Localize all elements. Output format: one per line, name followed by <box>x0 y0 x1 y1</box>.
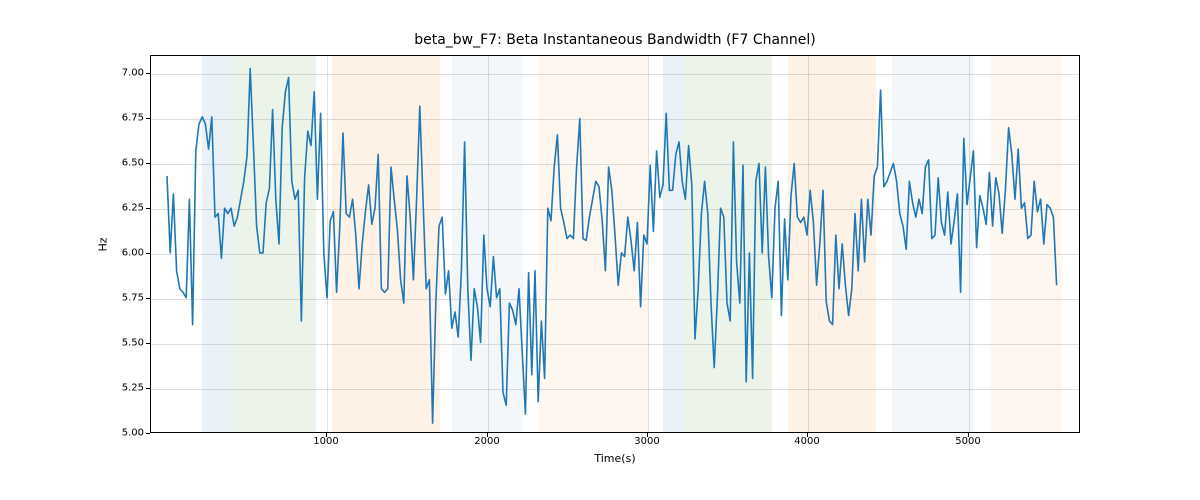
xtick-mark <box>968 433 969 437</box>
xtick-mark <box>647 433 648 437</box>
ytick-mark <box>146 253 150 254</box>
xtick-mark <box>807 433 808 437</box>
xtick-label: 2000 <box>474 436 499 447</box>
ytick-mark <box>146 343 150 344</box>
ytick-label: 5.00 <box>84 428 144 439</box>
ytick-mark <box>146 73 150 74</box>
ytick-mark <box>146 118 150 119</box>
ytick-mark <box>146 433 150 434</box>
x-axis-label: Time(s) <box>150 452 1080 465</box>
ytick-mark <box>146 388 150 389</box>
ytick-label: 6.50 <box>84 158 144 169</box>
xtick-label: 5000 <box>955 436 980 447</box>
ytick-label: 5.50 <box>84 338 144 349</box>
ytick-label: 5.75 <box>84 293 144 304</box>
line-series <box>151 56 1079 432</box>
ytick-label: 6.75 <box>84 113 144 124</box>
ytick-label: 6.25 <box>84 203 144 214</box>
xtick-mark <box>487 433 488 437</box>
figure: beta_bw_F7: Beta Instantaneous Bandwidth… <box>0 0 1200 500</box>
xtick-label: 4000 <box>794 436 819 447</box>
ytick-label: 7.00 <box>84 68 144 79</box>
plot-area <box>150 55 1080 433</box>
ytick-label: 5.25 <box>84 383 144 394</box>
ytick-mark <box>146 298 150 299</box>
ytick-mark <box>146 163 150 164</box>
chart-title: beta_bw_F7: Beta Instantaneous Bandwidth… <box>150 32 1080 48</box>
xtick-label: 1000 <box>313 436 338 447</box>
xtick-mark <box>326 433 327 437</box>
ytick-label: 6.00 <box>84 248 144 259</box>
ytick-mark <box>146 208 150 209</box>
xtick-label: 3000 <box>634 436 659 447</box>
